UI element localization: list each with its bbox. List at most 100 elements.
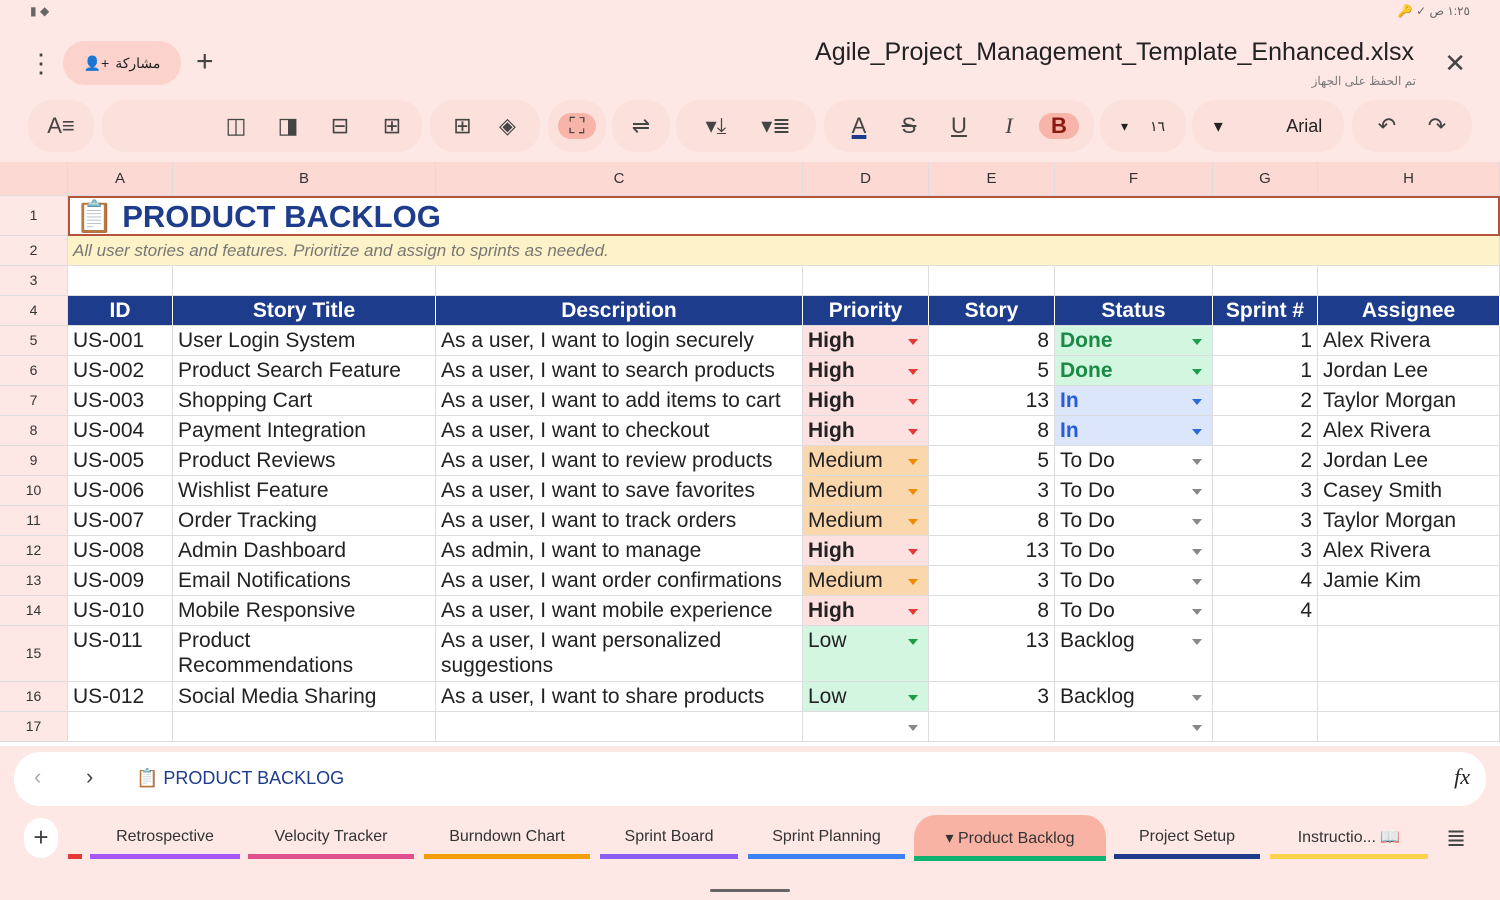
empty-cell[interactable] [173, 712, 436, 742]
id-cell[interactable]: US-010 [68, 596, 173, 626]
row-header-13[interactable]: 13 [0, 566, 68, 596]
column-title-1[interactable]: Story Title [173, 296, 436, 326]
empty-cell[interactable] [68, 712, 173, 742]
story-points-cell[interactable]: 8 [929, 326, 1055, 356]
column-header-B[interactable]: B [173, 162, 436, 196]
id-cell[interactable]: US-006 [68, 476, 173, 506]
priority-cell[interactable]: Medium [803, 476, 929, 506]
priority-cell[interactable]: Low [803, 626, 929, 682]
priority-cell[interactable]: Medium [803, 446, 929, 476]
borders-icon[interactable]: ⊞ [443, 113, 483, 139]
share-button[interactable]: 👤+ مشاركة [63, 41, 181, 85]
tab-project-setup[interactable]: Project Setup [1114, 815, 1260, 859]
id-cell[interactable]: US-003 [68, 386, 173, 416]
story-points-cell[interactable]: 5 [929, 446, 1055, 476]
sprint-cell[interactable]: 3 [1213, 476, 1318, 506]
strikethrough-icon[interactable]: S [889, 113, 929, 139]
status-cell[interactable]: Done [1055, 326, 1213, 356]
close-icon[interactable]: ✕ [1444, 48, 1466, 79]
story-title-cell[interactable]: Product Search Feature [173, 356, 436, 386]
priority-cell[interactable]: Medium [803, 566, 929, 596]
column-title-4[interactable]: Story [929, 296, 1055, 326]
status-cell[interactable]: In [1055, 416, 1213, 446]
story-title-cell[interactable]: Order Tracking [173, 506, 436, 536]
wrap-text-icon[interactable]: ⇌ [622, 113, 660, 139]
sprint-cell[interactable]: 1 [1213, 326, 1318, 356]
underline-icon[interactable]: U [939, 113, 979, 139]
column-title-2[interactable]: Description [436, 296, 803, 326]
tab-sprint-planning[interactable]: Sprint Planning [748, 815, 905, 859]
empty-cell[interactable] [803, 266, 929, 296]
text-color-icon[interactable]: A [839, 113, 879, 139]
id-cell[interactable]: US-002 [68, 356, 173, 386]
story-title-cell[interactable]: Admin Dashboard [173, 536, 436, 566]
status-cell[interactable]: Done [1055, 356, 1213, 386]
priority-cell[interactable]: High [803, 416, 929, 446]
assignee-cell[interactable]: Alex Rivera [1318, 416, 1500, 446]
priority-cell[interactable]: Medium [803, 506, 929, 536]
row-header-5[interactable]: 5 [0, 326, 68, 356]
id-cell[interactable]: US-008 [68, 536, 173, 566]
id-cell[interactable]: US-001 [68, 326, 173, 356]
insert-column-right-icon[interactable]: ◫ [216, 113, 256, 139]
story-points-cell[interactable]: 5 [929, 356, 1055, 386]
tab-instructio[interactable]: Instructio... 📖 [1270, 815, 1428, 859]
story-points-cell[interactable]: 3 [929, 566, 1055, 596]
column-header-H[interactable]: H [1318, 162, 1500, 196]
id-cell[interactable]: US-009 [68, 566, 173, 596]
formula-content[interactable]: 📋 PRODUCT BACKLOG [136, 768, 344, 789]
description-cell[interactable]: As admin, I want to manage [436, 536, 803, 566]
add-icon[interactable]: + [196, 45, 214, 79]
status-cell[interactable]: To Do [1055, 446, 1213, 476]
description-cell[interactable]: As a user, I want to share products [436, 682, 803, 712]
column-header-F[interactable]: F [1055, 162, 1213, 196]
column-title-3[interactable]: Priority [803, 296, 929, 326]
story-points-cell[interactable]: 13 [929, 626, 1055, 682]
tab-velocity-tracker[interactable]: Velocity Tracker [248, 815, 414, 859]
assignee-cell[interactable]: Taylor Morgan [1318, 506, 1500, 536]
story-points-cell[interactable]: 3 [929, 682, 1055, 712]
status-cell[interactable]: To Do [1055, 596, 1213, 626]
empty-cell[interactable] [1318, 266, 1500, 296]
column-title-6[interactable]: Sprint # [1213, 296, 1318, 326]
row-header-7[interactable]: 7 [0, 386, 68, 416]
column-title-0[interactable]: ID [68, 296, 173, 326]
status-cell[interactable]: To Do [1055, 506, 1213, 536]
assignee-cell[interactable]: Alex Rivera [1318, 536, 1500, 566]
redo-icon[interactable]: ↷ [1417, 113, 1457, 139]
column-header-C[interactable]: C [436, 162, 803, 196]
more-menu-icon[interactable]: ⋮ [28, 48, 54, 79]
row-header-4[interactable]: 4 [0, 296, 68, 326]
story-points-cell[interactable]: 3 [929, 476, 1055, 506]
id-cell[interactable]: US-005 [68, 446, 173, 476]
sprint-cell[interactable] [1213, 626, 1318, 682]
row-header-12[interactable]: 12 [0, 536, 68, 566]
story-title-cell[interactable]: Product Reviews [173, 446, 436, 476]
priority-cell[interactable]: Low [803, 682, 929, 712]
sprint-cell[interactable]: 3 [1213, 536, 1318, 566]
story-points-cell[interactable]: 8 [929, 596, 1055, 626]
sprint-cell[interactable]: 4 [1213, 566, 1318, 596]
row-header-8[interactable]: 8 [0, 416, 68, 446]
story-points-cell[interactable]: 8 [929, 416, 1055, 446]
story-points-cell[interactable]: 13 [929, 386, 1055, 416]
sprint-cell[interactable]: 2 [1213, 446, 1318, 476]
description-cell[interactable]: As a user, I want to search products [436, 356, 803, 386]
description-cell[interactable]: As a user, I want to track orders [436, 506, 803, 536]
column-header-G[interactable]: G [1213, 162, 1318, 196]
assignee-cell[interactable]: Alex Rivera [1318, 326, 1500, 356]
assignee-cell[interactable] [1318, 626, 1500, 682]
description-cell[interactable]: As a user, I want to login securely [436, 326, 803, 356]
id-cell[interactable]: US-011 [68, 626, 173, 682]
column-title-7[interactable]: Assignee [1318, 296, 1500, 326]
status-cell[interactable]: To Do [1055, 566, 1213, 596]
font-select[interactable]: ▾ Arial [1192, 100, 1344, 152]
formula-bar[interactable]: ‹ › 📋 PRODUCT BACKLOG fx [14, 752, 1486, 806]
story-title-cell[interactable]: Product Recommendations [173, 626, 436, 682]
assignee-cell[interactable]: Casey Smith [1318, 476, 1500, 506]
row-header-6[interactable]: 6 [0, 356, 68, 386]
empty-cell[interactable] [1055, 712, 1213, 742]
sprint-cell[interactable] [1213, 682, 1318, 712]
italic-icon[interactable]: I [989, 113, 1029, 139]
empty-cell[interactable] [173, 266, 436, 296]
